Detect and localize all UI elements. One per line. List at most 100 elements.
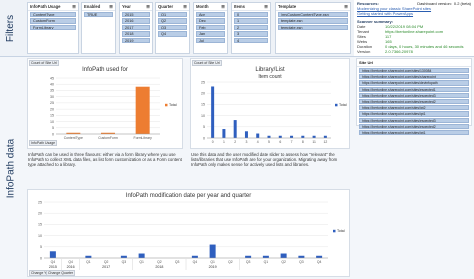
y-tick-label: 5 <box>203 125 205 129</box>
slicer-item[interactable]: Feb <box>196 24 225 31</box>
description-text: InfoPath can be used in three flavours: … <box>28 152 182 168</box>
filter-icon[interactable]: ☰ <box>72 3 76 10</box>
site-url-item[interactable]: https://bertonline.sharepoint.com/sites/… <box>359 86 469 92</box>
slicer-enabled[interactable]: Enabled ☰ TRUE <box>81 2 116 54</box>
site-url-item[interactable]: https://bertonline.sharepoint.com/sites/… <box>359 98 469 105</box>
slicer-items[interactable]: Items ☰ 0 1 2 3 4 <box>231 2 271 54</box>
slicer-template[interactable]: Template ☰ /myCustomContentType.xsn templ… <box>275 2 351 54</box>
slicer-item[interactable]: 2016 <box>122 18 150 24</box>
site-url-item[interactable]: https://bertonline.sharepoint.com/sites/… <box>359 80 469 86</box>
bar <box>298 255 305 258</box>
y-tick-label: 5 <box>52 126 54 130</box>
x-tick-label: Q2 <box>104 260 109 264</box>
x-tick-label: Q1 <box>139 260 144 264</box>
slicer-item[interactable]: Q2 <box>158 18 187 24</box>
field-button[interactable]: Count of Site Url <box>29 60 59 66</box>
x-tick-label: Q4 <box>51 260 56 264</box>
slicer-item[interactable]: Jul <box>196 37 225 43</box>
x-tick-label: Q3 <box>122 260 127 264</box>
slicer-item[interactable]: 4 <box>234 37 268 43</box>
slicer-title: Enabled <box>84 4 101 9</box>
field-button[interactable]: Count of Site Url <box>192 60 222 66</box>
bar <box>135 86 150 134</box>
resources-panel: Resources: Dashboard version: 0.2 (beta) M… <box>354 0 474 56</box>
y-tick-label: 15 <box>50 114 54 118</box>
x-tick-label: Q2 <box>157 260 162 264</box>
slicer-item[interactable]: 2015 <box>122 12 150 18</box>
filter-icon[interactable]: ☰ <box>221 3 225 10</box>
slicer-item[interactable]: 2 <box>234 24 268 31</box>
slicer-item[interactable]: 0 <box>234 12 268 18</box>
x-tick-label: Q1 <box>264 260 269 264</box>
slicer-item[interactable]: Apr <box>196 12 225 18</box>
x-tick-label: 1 <box>223 140 225 144</box>
slicer-item[interactable]: TRUE <box>84 12 113 18</box>
y-tick-label: 0 <box>203 136 205 140</box>
site-url-item[interactable]: https://bertonline.sharepoint.com/sites/… <box>359 129 469 136</box>
slicer-item[interactable]: Q1 <box>158 12 187 18</box>
slicer-item[interactable]: FormLibrary <box>30 24 76 31</box>
slicer-item[interactable]: template.xsn <box>278 18 348 24</box>
slicer-title: Quarter <box>158 4 174 9</box>
x-tick-label: ContentType <box>64 136 83 140</box>
x-tick-label: 2 <box>234 140 236 144</box>
slicer-item[interactable]: Dec <box>196 18 225 24</box>
site-url-item[interactable]: https://bertonline.sharepoint.com/sites/… <box>359 123 469 129</box>
filter-icon[interactable]: ☰ <box>264 3 268 10</box>
filter-button[interactable]: InfoPath Usage <box>29 140 58 146</box>
slicer-item[interactable]: 2017 <box>122 24 150 31</box>
slicer-item[interactable]: 2018 <box>122 31 150 37</box>
slicer-item[interactable]: /myCustomContentType.xsn <box>278 12 348 18</box>
bar <box>49 251 56 258</box>
slicer-item[interactable]: CustomForm <box>30 18 76 24</box>
y-tick-label: 5 <box>40 245 42 249</box>
slicer-item[interactable]: 3 <box>234 31 268 37</box>
x-tick-label: Q2 <box>228 260 233 264</box>
slicer-title: Month <box>196 4 209 9</box>
slicer-item[interactable]: Q4 <box>158 31 187 37</box>
slicer-quarter[interactable]: Quarter ☰ Q1 Q2 Q3 Q4 <box>155 2 190 54</box>
x-tick-label: 0 <box>212 140 214 144</box>
bar <box>280 253 287 258</box>
filter-icon[interactable]: ☰ <box>109 3 113 10</box>
site-url-item[interactable]: https://bertonline.sharepoint.com/sites/… <box>359 74 469 80</box>
bar <box>191 255 198 258</box>
x-tick-label: CustomForm <box>98 136 118 140</box>
powerapps-link[interactable]: Getting started with PowerApps <box>357 11 413 16</box>
y-tick-label: 40 <box>50 83 54 87</box>
slicer-item[interactable]: 1 <box>234 18 268 24</box>
x-tick-label: Q1 <box>86 260 91 264</box>
site-url-slicer[interactable]: Site Url https://bertonline.sharepoint.c… <box>356 58 472 136</box>
site-url-item[interactable]: https://bertonline.sharepoint.com/sites/… <box>359 92 469 98</box>
bar <box>120 255 127 258</box>
summary-key: Version <box>357 49 371 54</box>
site-url-item[interactable]: https://bertonline.sharepoint.com/sites/… <box>359 68 469 74</box>
y-tick-label: 10 <box>50 120 54 124</box>
slicer-item[interactable]: 2019 <box>122 37 150 43</box>
filter-icon[interactable]: ☰ <box>344 3 348 10</box>
chart1-svg: 0 5 10 15 20 25 30 35 40 45 ContentType CustomForm F… <box>50 76 177 140</box>
slicer-item[interactable]: Q3 <box>158 24 187 31</box>
site-url-item[interactable]: https://bertonline.sharepoint.com/sites/… <box>359 105 469 111</box>
slicer-month[interactable]: Month ☰ Apr Dec Feb Jan Jul <box>193 2 228 54</box>
legend-label: Total <box>337 229 345 233</box>
filter-icon[interactable]: ☰ <box>146 3 150 10</box>
site-url-item[interactable]: https://bertonline.sharepoint.com/sites/… <box>359 111 469 117</box>
x-tick-label: 3 <box>246 140 248 144</box>
bar <box>267 135 271 138</box>
summary-value: https://bertonline.sharepoint.com <box>385 29 444 34</box>
site-url-item[interactable]: https://bertonline.sharepoint.com/sites/… <box>359 117 469 123</box>
y-tick-label: 25 <box>38 200 42 204</box>
slicer-year[interactable]: Year ☰ 2015 2016 2017 2018 2019 <box>119 2 153 54</box>
slicer-item[interactable]: ContentType <box>30 12 76 18</box>
slicer-item[interactable]: template.xsn <box>278 24 348 31</box>
filter-button[interactable]: Change Quarter <box>46 270 76 276</box>
slicer-infopath-usage[interactable]: InfoPath Usage ☰ ContentType CustomForm F… <box>27 2 79 54</box>
x-tick-label: 6 <box>279 140 281 144</box>
x-tick-label: FormLibrary <box>134 136 153 140</box>
slicer-item[interactable]: Jan <box>196 31 225 37</box>
bar <box>244 131 248 138</box>
y-tick-label: 25 <box>201 80 205 84</box>
filter-icon[interactable]: ☰ <box>183 3 187 10</box>
bar <box>301 135 305 138</box>
